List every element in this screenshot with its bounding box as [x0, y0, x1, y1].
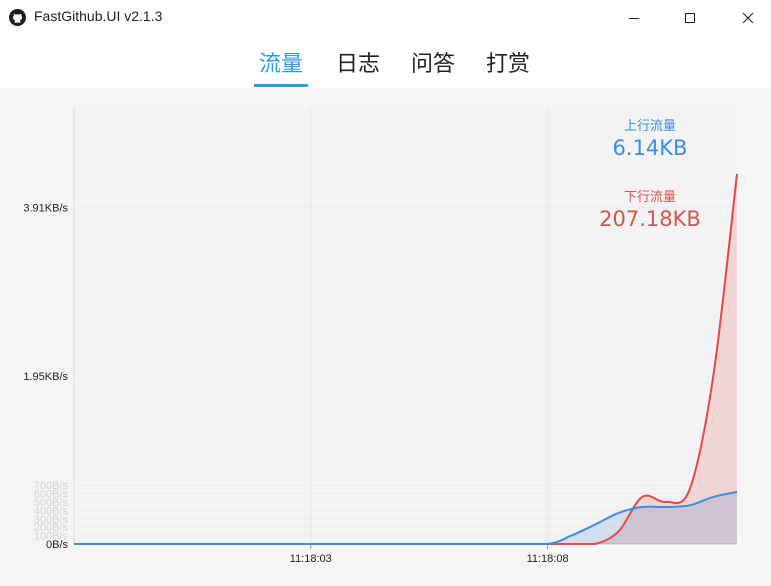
window-title: FastGithub.UI v2.1.3 — [34, 8, 163, 24]
plot-background — [74, 108, 737, 544]
x-tick-label: 11:18:08 — [527, 553, 569, 565]
close-icon — [742, 12, 754, 24]
upload-label: 上行流量 — [623, 119, 676, 134]
upload-value: 6.14KB — [612, 136, 688, 160]
download-stat: 下行流量 207.18KB — [580, 186, 720, 231]
maximize-icon — [685, 13, 695, 23]
maximize-button[interactable] — [667, 0, 713, 36]
title-bar: FastGithub.UI v2.1.3 — [0, 0, 771, 36]
y-tick-label: 3.91KB/s — [23, 202, 68, 214]
minimize-icon — [629, 18, 639, 19]
tab-donate[interactable]: 打赏 — [486, 46, 530, 86]
close-button[interactable] — [725, 0, 771, 36]
x-tick-label: 11:18:03 — [290, 553, 332, 565]
tab-faq[interactable]: 问答 — [411, 46, 455, 86]
github-icon — [9, 9, 26, 26]
download-value: 207.18KB — [599, 207, 701, 231]
tab-logs[interactable]: 日志 — [336, 46, 380, 86]
traffic-chart: 0B/s100B/s200B/s300B/s400B/s500B/s600B/s… — [23, 108, 738, 565]
download-label: 下行流量 — [623, 190, 676, 205]
traffic-chart-area: 0B/s 100B/s 200B/s 300B/s 400B/s 500B/s 600B/s… — [0, 88, 771, 586]
upload-stat: 上行流量 6.14KB — [590, 115, 710, 160]
y-tick-label: 1.95KB/s — [23, 371, 68, 383]
active-tab-indicator — [254, 84, 308, 87]
y-tick-label: 700B/s — [34, 480, 69, 492]
tab-traffic[interactable]: 流量 — [259, 46, 303, 86]
tab-bar: 流量 日志 问答 打赏 — [0, 36, 771, 88]
minimize-button[interactable] — [611, 0, 657, 36]
